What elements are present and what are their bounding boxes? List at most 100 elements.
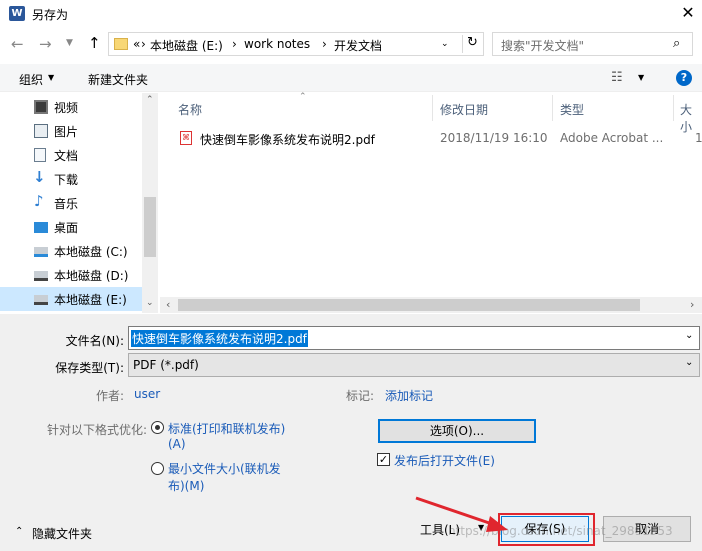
breadcrumb-sep-icon[interactable]: › bbox=[232, 37, 237, 51]
filetype-label: 保存类型(T): bbox=[55, 361, 124, 375]
filename-input[interactable]: 快速倒车影像系统发布说明2.pdf bbox=[131, 330, 308, 347]
open-after-publish-label: 发布后打开文件(E) bbox=[394, 454, 495, 468]
sidebar-item-label: 文档 bbox=[54, 149, 79, 163]
filename-label: 文件名(N): bbox=[65, 334, 124, 348]
sidebar-item-desktop[interactable]: 桌面 bbox=[0, 215, 142, 239]
column-header-name[interactable]: 名称 bbox=[178, 101, 202, 118]
radio-selected-icon[interactable] bbox=[151, 421, 164, 434]
column-divider[interactable] bbox=[673, 95, 674, 121]
pdf-file-icon: ⌘ bbox=[180, 131, 192, 145]
sidebar-item-label: 视频 bbox=[54, 101, 79, 115]
view-dropdown-icon[interactable]: ▼ bbox=[638, 73, 644, 82]
sidebar-item-drive-c[interactable]: 本地磁盘 (C:) bbox=[0, 239, 142, 263]
breadcrumb-overflow[interactable]: « bbox=[133, 37, 140, 51]
scroll-down-icon[interactable]: ⌄ bbox=[146, 298, 154, 308]
scroll-right-icon[interactable]: › bbox=[690, 298, 694, 311]
sidebar-item-documents[interactable]: 文档 bbox=[0, 143, 142, 167]
table-row[interactable]: ⌘ 快速倒车影像系统发布说明2.pdf 2018/11/19 16:10 Ado… bbox=[160, 127, 702, 149]
optimize-minimum-option[interactable]: 最小文件大小(联机发 布)(M) bbox=[150, 459, 300, 495]
sidebar-item-pictures[interactable]: 图片 bbox=[0, 119, 142, 143]
radio-dot bbox=[155, 425, 160, 430]
sidebar-item-label: 本地磁盘 (D:) bbox=[54, 269, 129, 283]
recent-dropdown-icon[interactable]: ▼ bbox=[66, 38, 73, 48]
sidebar-item-label: 本地磁盘 (E:) bbox=[54, 293, 127, 307]
folder-icon bbox=[114, 38, 128, 50]
sidebar-item-label: 下载 bbox=[54, 173, 79, 187]
video-icon bbox=[34, 100, 48, 114]
radio-unselected-icon[interactable] bbox=[151, 462, 164, 475]
help-icon[interactable]: ? bbox=[676, 70, 692, 86]
back-arrow-icon[interactable]: ← bbox=[11, 35, 24, 53]
nav-row: ← → ▼ ↑ « › 本地磁盘 (E:) › work notes › 开发文… bbox=[0, 30, 702, 60]
breadcrumb-work-notes[interactable]: work notes bbox=[244, 37, 310, 51]
sidebar-item-label: 音乐 bbox=[54, 197, 79, 211]
sidebar-item-videos[interactable]: 视频 bbox=[0, 95, 142, 119]
search-input[interactable]: 搜索"开发文档" bbox=[501, 37, 584, 54]
scrollbar-thumb[interactable] bbox=[178, 299, 640, 311]
file-name[interactable]: 快速倒车影像系统发布说明2.pdf bbox=[200, 131, 375, 148]
filetype-dropdown-icon[interactable]: ⌄ bbox=[685, 357, 693, 368]
desktop-icon bbox=[34, 222, 48, 233]
sort-ascending-icon: ⌃ bbox=[299, 92, 307, 102]
author-label: 作者: bbox=[95, 389, 124, 403]
filetype-select[interactable]: PDF (*.pdf) ⌄ bbox=[128, 353, 700, 377]
file-size: 1 bbox=[695, 131, 702, 145]
organize-button[interactable]: 组织 bbox=[19, 71, 43, 88]
sidebar-scrollbar[interactable]: ⌃ ⌄ bbox=[142, 93, 158, 313]
save-form-panel: 文件名(N): 快速倒车影像系统发布说明2.pdf ⌄ 保存类型(T): PDF… bbox=[0, 314, 702, 551]
sidebar-item-label: 本地磁盘 (C:) bbox=[54, 245, 128, 259]
search-box[interactable]: 搜索"开发文档" ⌕ bbox=[492, 32, 693, 56]
close-icon[interactable]: ✕ bbox=[676, 2, 700, 24]
optimize-standard-line1: 标准(打印和联机发布) bbox=[168, 422, 286, 436]
filetype-value: PDF (*.pdf) bbox=[133, 358, 199, 372]
annotation-arrow bbox=[415, 496, 508, 532]
sidebar-item-music[interactable]: ♪ 音乐 bbox=[0, 191, 142, 215]
drive-icon bbox=[34, 247, 48, 257]
refresh-icon[interactable]: ↻ bbox=[462, 35, 482, 53]
tags-value[interactable]: 添加标记 bbox=[385, 387, 433, 404]
options-button[interactable]: 选项(O)... bbox=[378, 419, 536, 443]
checkbox-checked-icon[interactable]: ✓ bbox=[377, 453, 390, 466]
breadcrumb-dev-docs[interactable]: 开发文档 bbox=[334, 37, 382, 54]
column-divider[interactable] bbox=[552, 95, 553, 121]
sidebar-item-label: 图片 bbox=[54, 125, 79, 139]
search-icon[interactable]: ⌕ bbox=[673, 36, 680, 51]
window-title: 另存为 bbox=[32, 8, 69, 22]
forward-arrow-icon[interactable]: → bbox=[39, 35, 52, 53]
breadcrumb-sep-icon[interactable]: › bbox=[322, 37, 327, 51]
download-icon: ↓ bbox=[33, 168, 46, 186]
sidebar-item-downloads[interactable]: ↓ 下载 bbox=[0, 167, 142, 191]
filename-dropdown-icon[interactable]: ⌄ bbox=[685, 330, 693, 341]
scroll-left-icon[interactable]: ‹ bbox=[166, 298, 170, 311]
column-header-modified[interactable]: 修改日期 bbox=[440, 101, 488, 118]
address-bar[interactable]: « › 本地磁盘 (E:) › work notes › 开发文档 ⌄ ↻ bbox=[108, 32, 484, 56]
sidebar-item-drive-d[interactable]: 本地磁盘 (D:) bbox=[0, 263, 142, 287]
document-icon bbox=[34, 148, 46, 162]
column-header-type[interactable]: 类型 bbox=[560, 101, 584, 118]
optimize-label: 针对以下格式优化: bbox=[47, 423, 148, 437]
horizontal-scrollbar[interactable]: ‹ › bbox=[160, 297, 702, 313]
scroll-up-icon[interactable]: ⌃ bbox=[146, 95, 154, 105]
optimize-minimum-line2: 布)(M) bbox=[168, 479, 205, 493]
scrollbar-thumb[interactable] bbox=[144, 197, 156, 257]
open-after-publish-checkbox[interactable]: ✓ 发布后打开文件(E) bbox=[376, 451, 536, 469]
sidebar-item-drive-e[interactable]: 本地磁盘 (E:) bbox=[0, 287, 142, 311]
hide-folders-button[interactable]: 隐藏文件夹 bbox=[32, 525, 92, 542]
breadcrumb-drive-e[interactable]: 本地磁盘 (E:) bbox=[150, 37, 223, 54]
sidebar-item-label: 桌面 bbox=[54, 221, 79, 235]
file-modified: 2018/11/19 16:10 bbox=[440, 131, 548, 145]
options-button-label: 选项(O)... bbox=[429, 424, 485, 438]
new-folder-button[interactable]: 新建文件夹 bbox=[88, 71, 148, 88]
command-bar: 组织 ▼ 新建文件夹 ☷ ▼ ? bbox=[0, 64, 702, 92]
author-value[interactable]: user bbox=[134, 387, 160, 401]
view-options-icon[interactable]: ☷ bbox=[611, 70, 623, 85]
optimize-standard-option[interactable]: 标准(打印和联机发布) (A) bbox=[150, 419, 300, 455]
hide-folders-chevron-icon[interactable]: ⌃ bbox=[15, 526, 23, 537]
filename-field[interactable]: 快速倒车影像系统发布说明2.pdf ⌄ bbox=[128, 326, 700, 350]
address-dropdown-icon[interactable]: ⌄ bbox=[441, 39, 449, 49]
breadcrumb-sep-icon[interactable]: › bbox=[141, 37, 146, 51]
column-divider[interactable] bbox=[432, 95, 433, 121]
up-arrow-icon[interactable]: ↑ bbox=[88, 34, 101, 52]
picture-icon bbox=[34, 124, 48, 138]
organize-dropdown-icon[interactable]: ▼ bbox=[48, 73, 54, 82]
